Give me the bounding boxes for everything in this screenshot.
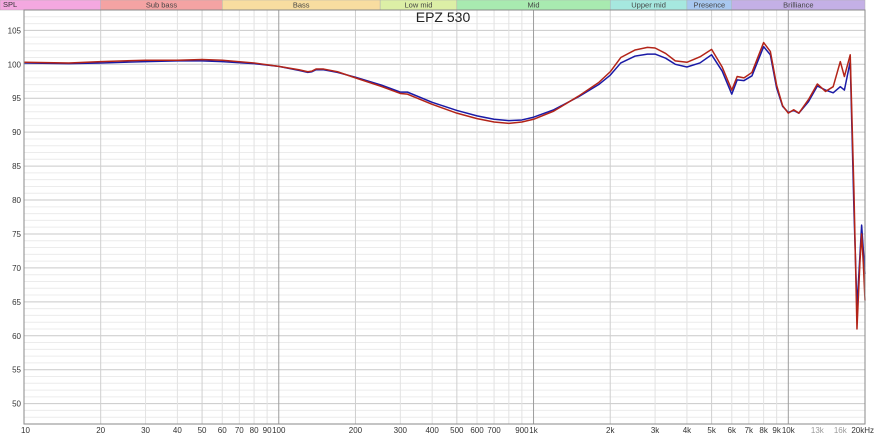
x-tick-label: 5k (707, 426, 716, 435)
y-tick-label: 80 (12, 196, 21, 205)
band-label: Upper mid (631, 1, 666, 10)
x-tick-label: 100 (272, 426, 286, 435)
band-label: Presence (694, 1, 726, 10)
x-tick-label: 7k (745, 426, 754, 435)
x-tick-label: 300 (394, 426, 408, 435)
y-axis-label: SPL (3, 0, 17, 9)
x-tick-label: 60 (218, 426, 227, 435)
chart-title: EPZ 530 (416, 9, 471, 25)
x-tick-label: 600 (470, 426, 484, 435)
chart-background (0, 0, 877, 437)
x-tick-label: 10 (21, 426, 30, 435)
y-tick-label: 85 (12, 162, 21, 171)
x-tick-label: 13k (811, 426, 825, 435)
x-tick-label: 900 (515, 426, 529, 435)
y-tick-label: 60 (12, 332, 21, 341)
x-tick-label: 1k (529, 426, 538, 435)
y-tick-label: 90 (12, 128, 21, 137)
x-tick-label: 20 (96, 426, 105, 435)
x-unit-label: 20kHz (851, 426, 874, 435)
x-tick-label: 80 (250, 426, 259, 435)
x-tick-label: 4k (683, 426, 692, 435)
y-tick-label: 50 (12, 400, 21, 409)
y-tick-label: 65 (12, 298, 21, 307)
x-tick-label: 8k (759, 426, 768, 435)
x-tick-label: 500 (450, 426, 464, 435)
y-tick-label: 70 (12, 264, 21, 273)
x-tick-label: 70 (235, 426, 244, 435)
y-tick-label: 95 (12, 94, 21, 103)
x-tick-label: 200 (349, 426, 363, 435)
x-tick-label: 2k (606, 426, 615, 435)
x-tick-label: 9k (772, 426, 781, 435)
y-tick-label: 105 (8, 26, 22, 35)
y-tick-label: 55 (12, 366, 21, 375)
x-tick-label: 3k (651, 426, 660, 435)
band-label: Mid (527, 1, 539, 10)
x-tick-label: 40 (173, 426, 182, 435)
x-tick-label: 700 (487, 426, 501, 435)
band-label: Brilliance (783, 1, 813, 10)
x-tick-label: 90 (263, 426, 272, 435)
x-tick-label: 30 (141, 426, 150, 435)
x-tick-label: 6k (728, 426, 737, 435)
y-tick-label: 100 (8, 60, 22, 69)
x-tick-label: 16k (834, 426, 848, 435)
x-tick-label: 400 (425, 426, 439, 435)
x-tick-label: 50 (198, 426, 207, 435)
y-tick-label: 75 (12, 230, 21, 239)
band-label: Bass (293, 1, 310, 10)
x-tick-label: 10k (782, 426, 796, 435)
band-label: Sub bass (146, 1, 178, 10)
frequency-response-chart: Sub bass Bass Low mid Mid Upper mid Presence B… (0, 0, 877, 437)
